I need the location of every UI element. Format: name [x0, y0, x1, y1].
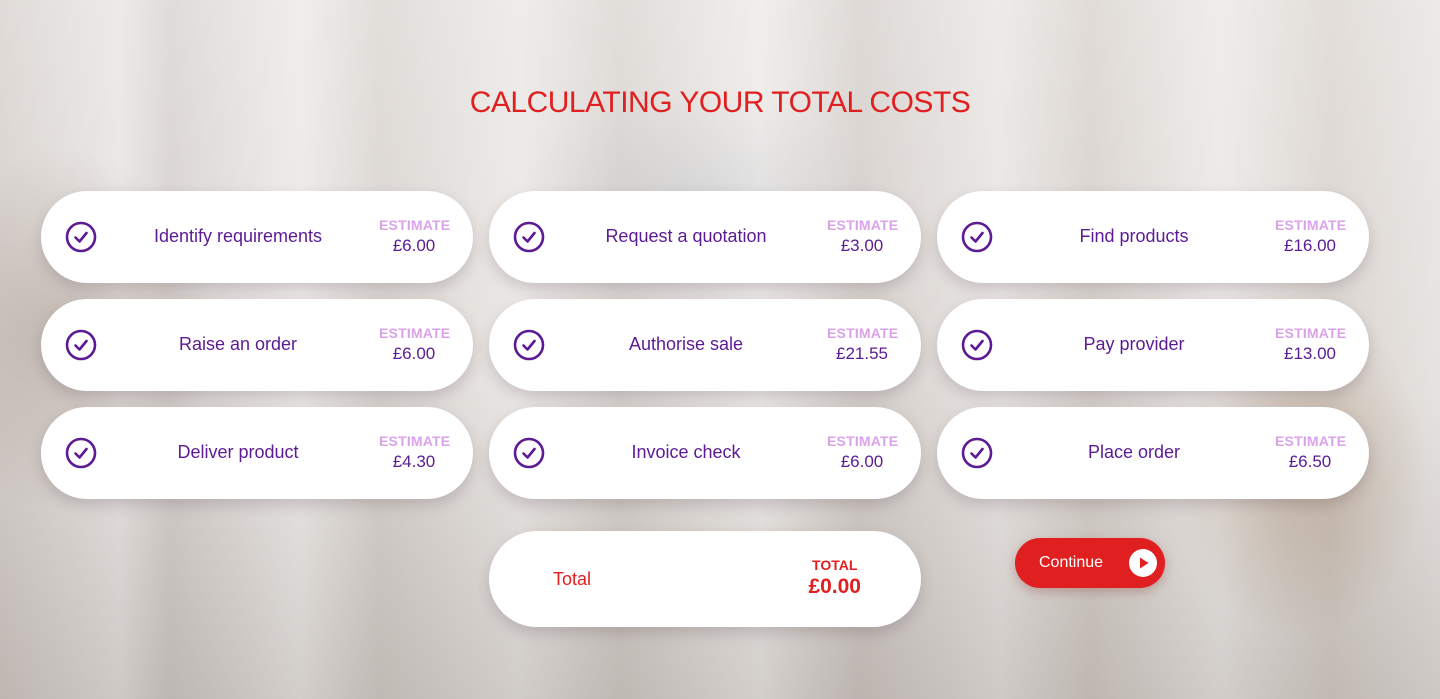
page-title: CALCULATING YOUR TOTAL COSTS: [469, 86, 971, 119]
estimate-label: ESTIMATE: [379, 217, 451, 233]
estimate-label: ESTIMATE: [1275, 325, 1347, 341]
estimate-label: ESTIMATE: [379, 433, 451, 449]
check-circle-icon: [65, 437, 97, 469]
estimate-box: ESTIMATE £13.00: [1275, 325, 1347, 364]
estimate-value: £16.00: [1284, 236, 1336, 255]
step-label: Find products: [1079, 226, 1189, 246]
estimate-box: ESTIMATE £4.30: [379, 433, 451, 472]
step-label: Raise an order: [178, 334, 298, 354]
estimate-box: ESTIMATE £21.55: [827, 325, 899, 364]
estimate-box: ESTIMATE £6.50: [1275, 433, 1347, 472]
check-circle-icon: [961, 437, 993, 469]
estimate-label: ESTIMATE: [827, 433, 899, 449]
step-label: Pay provider: [1083, 334, 1185, 354]
step-label: Identify requirements: [153, 226, 323, 246]
estimate-value: £4.30: [392, 452, 436, 471]
step-card[interactable]: Identify requirements ESTIMATE £6.00: [41, 191, 473, 283]
estimate-value: £6.00: [840, 452, 884, 471]
check-circle-icon: [513, 221, 545, 253]
estimate-label: ESTIMATE: [827, 217, 899, 233]
total-value: £0.00: [808, 575, 861, 598]
continue-label: Continue: [1039, 554, 1104, 571]
estimate-box: ESTIMATE £16.00: [1275, 217, 1347, 256]
step-card[interactable]: Place order ESTIMATE £6.50: [937, 407, 1369, 499]
estimate-box: ESTIMATE £3.00: [827, 217, 899, 256]
check-circle-icon: [65, 329, 97, 361]
estimate-box: ESTIMATE £6.00: [827, 433, 899, 472]
estimate-label: ESTIMATE: [1275, 433, 1347, 449]
step-card[interactable]: Authorise sale ESTIMATE £21.55: [489, 299, 921, 391]
estimate-value: £6.00: [392, 344, 436, 363]
estimate-value: £13.00: [1284, 344, 1336, 363]
cost-calculator-page: CALCULATING YOUR TOTAL COSTS Identify re…: [0, 0, 1440, 699]
check-circle-icon: [65, 221, 97, 253]
estimate-label: ESTIMATE: [827, 325, 899, 341]
total-box: TOTAL £0.00: [808, 557, 861, 599]
play-circle-icon: [1129, 549, 1157, 577]
step-card[interactable]: Invoice check ESTIMATE £6.00: [489, 407, 921, 499]
step-card[interactable]: Raise an order ESTIMATE £6.00: [41, 299, 473, 391]
estimate-box: ESTIMATE £6.00: [379, 325, 451, 364]
check-circle-icon: [513, 437, 545, 469]
estimate-label: ESTIMATE: [1275, 217, 1347, 233]
check-circle-icon: [961, 221, 993, 253]
continue-button[interactable]: Continue: [1015, 538, 1165, 588]
estimate-value: £21.55: [836, 344, 888, 363]
estimate-box: ESTIMATE £6.00: [379, 217, 451, 256]
step-label: Deliver product: [177, 442, 299, 462]
step-card[interactable]: Request a quotation ESTIMATE £3.00: [489, 191, 921, 283]
step-label: Invoice check: [631, 442, 741, 462]
check-circle-icon: [513, 329, 545, 361]
estimate-value: £6.00: [392, 236, 436, 255]
estimate-value: £6.50: [1288, 452, 1332, 471]
step-card[interactable]: Pay provider ESTIMATE £13.00: [937, 299, 1369, 391]
estimate-label: ESTIMATE: [379, 325, 451, 341]
total-card: Total TOTAL £0.00: [489, 531, 921, 627]
step-card[interactable]: Find products ESTIMATE £16.00: [937, 191, 1369, 283]
total-label: Total: [553, 569, 592, 589]
step-card[interactable]: Deliver product ESTIMATE £4.30: [41, 407, 473, 499]
step-label: Place order: [1087, 442, 1181, 462]
step-label: Authorise sale: [628, 334, 744, 354]
total-caption: TOTAL: [812, 557, 858, 573]
estimate-value: £3.00: [840, 236, 884, 255]
check-circle-icon: [961, 329, 993, 361]
step-label: Request a quotation: [605, 226, 767, 246]
